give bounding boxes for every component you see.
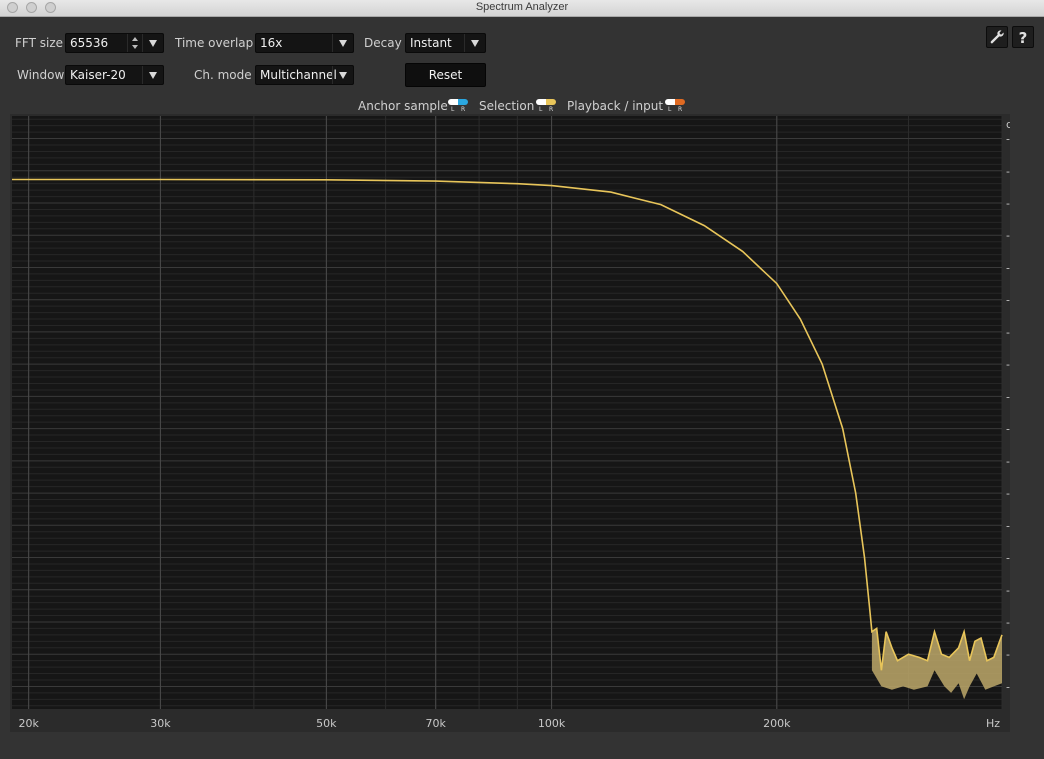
fft-size-stepper[interactable] <box>127 34 142 52</box>
x-axis-unit-label: Hz <box>986 717 1000 730</box>
y-tick-label: -120 <box>1006 165 1010 178</box>
settings-button[interactable] <box>986 26 1008 48</box>
chevron-down-icon[interactable] <box>142 66 163 84</box>
y-tick-label: -220 <box>1006 487 1010 500</box>
anchor-sample-legend-label: Anchor sample <box>358 99 448 113</box>
chevron-down-icon[interactable] <box>142 34 163 52</box>
y-tick-label: -130 <box>1006 197 1010 210</box>
x-tick-label: 30k <box>150 717 171 730</box>
y-tick-label: -110 <box>1006 133 1010 146</box>
playback-l-label: L <box>668 106 672 113</box>
decay-label: Decay <box>364 36 402 50</box>
title-bar: Spectrum Analyzer <box>0 0 1044 17</box>
spectrum-plot[interactable]: -110 -120 -130 -140 -150 -160 -170 -180 -190 -200… <box>10 114 1031 732</box>
chevron-down-icon[interactable] <box>464 34 485 52</box>
selection-legend-label: Selection <box>479 99 535 113</box>
help-button[interactable]: ? <box>1012 26 1034 48</box>
y-tick-label: -190 <box>1006 390 1010 403</box>
y-tick-label: -260 <box>1006 616 1010 629</box>
y-tick-label: -280 <box>1006 680 1010 693</box>
fft-size-label: FFT size <box>15 36 64 50</box>
anchor-r-label: R <box>461 106 466 113</box>
reset-button[interactable]: Reset <box>405 63 486 87</box>
x-tick-label: 200k <box>763 717 791 730</box>
y-tick-label: -170 <box>1006 326 1010 339</box>
y-tick-label: -240 <box>1006 552 1010 565</box>
chevron-down-icon[interactable] <box>332 34 353 52</box>
y-tick-label: -180 <box>1006 358 1010 371</box>
x-tick-label: 100k <box>538 717 566 730</box>
selection-r-label: R <box>549 106 554 113</box>
playback-legend-label: Playback / input <box>567 99 664 113</box>
y-tick-label: -150 <box>1006 261 1010 274</box>
y-tick-label: -210 <box>1006 455 1010 468</box>
anchor-l-label: L <box>451 106 455 113</box>
ch-mode-select[interactable]: Multichannel <box>255 65 354 85</box>
y-tick-label: -140 <box>1006 229 1010 242</box>
y-tick-label: -270 <box>1006 648 1010 661</box>
playback-swatch[interactable] <box>665 99 685 105</box>
x-tick-label: 20k <box>18 717 39 730</box>
window-value: Kaiser-20 <box>70 68 126 82</box>
window-select[interactable]: Kaiser-20 <box>65 65 164 85</box>
time-overlap-value: 16x <box>260 36 283 50</box>
spectrum-chart[interactable]: -110 -120 -130 -140 -150 -160 -170 -180 -190 -200… <box>10 114 1031 732</box>
y-axis-unit-label: dB <box>1006 118 1010 131</box>
fft-size-select[interactable]: 65536 <box>65 33 164 53</box>
window-label: Window <box>17 68 65 82</box>
time-overlap-label: Time overlap <box>175 36 254 50</box>
y-tick-label: -230 <box>1006 519 1010 532</box>
selection-swatch[interactable] <box>536 99 556 105</box>
y-tick-label: -200 <box>1006 423 1010 436</box>
decay-select[interactable]: Instant <box>405 33 486 53</box>
x-tick-label: 70k <box>426 717 447 730</box>
anchor-sample-swatch[interactable] <box>448 99 468 105</box>
decay-value: Instant <box>410 36 452 50</box>
time-overlap-select[interactable]: 16x <box>255 33 354 53</box>
y-tick-label: -250 <box>1006 584 1010 597</box>
chevron-down-icon[interactable] <box>332 66 353 84</box>
ch-mode-value: Multichannel <box>260 68 337 82</box>
window-title: Spectrum Analyzer <box>475 1 569 13</box>
ch-mode-label: Ch. mode <box>194 68 252 82</box>
wrench-icon <box>990 30 1004 44</box>
selection-l-label: L <box>539 106 543 113</box>
help-icon: ? <box>1018 29 1028 47</box>
fft-size-value: 65536 <box>70 36 109 50</box>
x-tick-label: 50k <box>316 717 337 730</box>
y-tick-label: -160 <box>1006 294 1010 307</box>
playback-r-label: R <box>678 106 683 113</box>
